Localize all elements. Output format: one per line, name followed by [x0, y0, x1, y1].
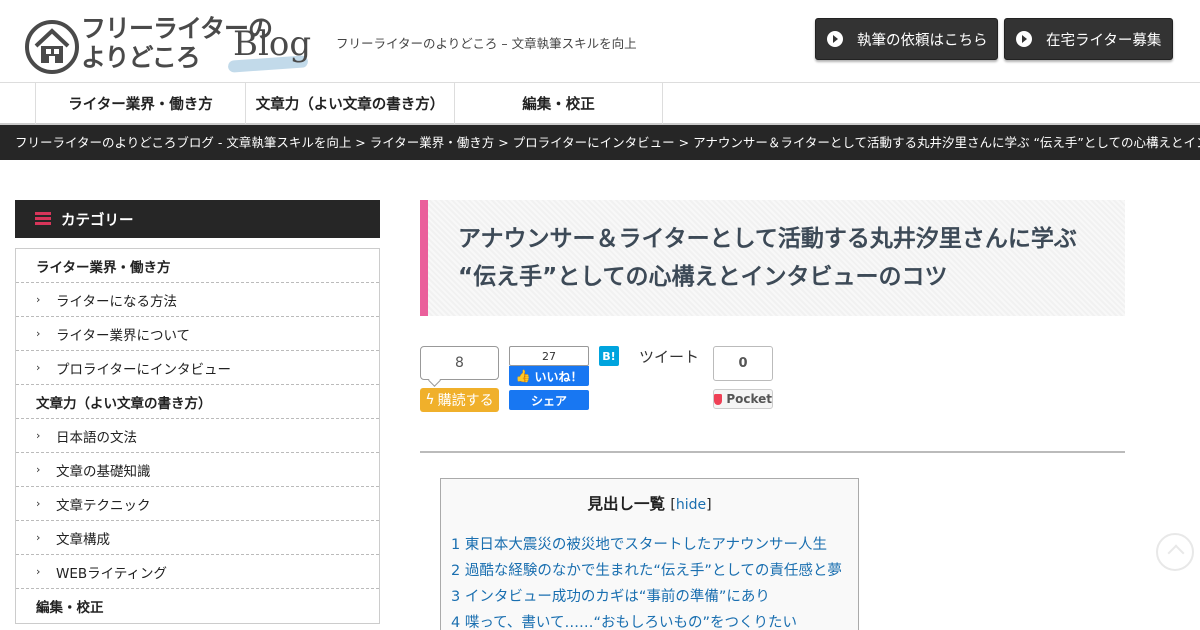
- hatena-bookmark-button[interactable]: B!: [599, 346, 619, 366]
- sidebar-item-label: 日本語の文法: [56, 429, 137, 446]
- facebook-like-label: いいね！: [534, 369, 583, 384]
- logo-blog-text: Blog: [233, 24, 312, 64]
- sidebar-item-label: 文章構成: [56, 531, 110, 548]
- chevron-right-icon: ›: [36, 361, 41, 374]
- toc-list: 1 東日本大震災の被災地でスタートしたアナウンサー人生 2 過酷な経験のなかで生…: [451, 532, 856, 630]
- toc-item[interactable]: 4 喋って、書いて……“おもしろいもの”をつくりたい: [451, 610, 856, 630]
- site-header: フリーライターの よりどころ Blog フリーライターのよりどころ – 文章執筆…: [0, 0, 1200, 82]
- pocket-label: Pocket: [726, 392, 772, 406]
- toc-item[interactable]: 3 インタビュー成功のカギは“事前の準備”にあり: [451, 584, 856, 610]
- writing-request-button[interactable]: 執筆の依頼はこちら: [815, 18, 998, 60]
- list-icon: [35, 212, 51, 226]
- facebook-share-button[interactable]: シェア: [509, 390, 589, 410]
- sidebar-item-pro-interview[interactable]: › プロライターにインタビュー: [16, 351, 379, 385]
- sidebar-item-writing-skill[interactable]: 文章力（よい文章の書き方）: [16, 385, 379, 419]
- chevron-right-icon: ›: [36, 327, 41, 340]
- writer-recruit-button[interactable]: 在宅ライター募集: [1004, 18, 1173, 60]
- scroll-to-top-icon[interactable]: [1156, 533, 1194, 571]
- sidebar-heading-label: カテゴリー: [61, 212, 134, 229]
- nav-item-writer-industry[interactable]: ライター業界・働き方: [35, 83, 245, 124]
- pocket-count: 0: [713, 346, 773, 381]
- sidebar-item-structure[interactable]: › 文章構成: [16, 521, 379, 555]
- site-logo[interactable]: フリーライターの よりどころ Blog: [25, 14, 312, 76]
- arrow-circle-icon: [1016, 31, 1032, 47]
- toc-item[interactable]: 2 過酷な経験のなかで生まれた“伝え手”としての責任感と夢: [451, 558, 856, 584]
- sidebar-item-label: 文章テクニック: [56, 497, 151, 514]
- sidebar-item-label: WEBライティング: [56, 565, 168, 582]
- sidebar-item-basics[interactable]: › 文章の基礎知識: [16, 453, 379, 487]
- site-tagline: フリーライターのよりどころ – 文章執筆スキルを向上: [336, 36, 637, 51]
- feedly-count: 8: [420, 346, 499, 380]
- global-nav: ライター業界・働き方 文章力（よい文章の書き方） 編集・校正: [0, 82, 1200, 125]
- arrow-circle-icon: [827, 31, 843, 47]
- sidebar-item-technique[interactable]: › 文章テクニック: [16, 487, 379, 521]
- toc-title-text: 見出し一覧: [587, 495, 665, 513]
- writer-recruit-label: 在宅ライター募集: [1046, 32, 1162, 49]
- sidebar-category-heading: カテゴリー: [15, 200, 380, 238]
- sidebar-item-label: 文章の基礎知識: [56, 463, 151, 480]
- nav-item-writing-skill[interactable]: 文章力（よい文章の書き方）: [245, 83, 454, 124]
- feedly-label: 購読する: [437, 393, 494, 409]
- logo-text-line2: よりどころ: [81, 43, 201, 72]
- sidebar-item-how-to-become-writer[interactable]: › ライターになる方法: [16, 283, 379, 317]
- breadcrumb[interactable]: フリーライターのよりどころブログ - 文章執筆スキルを向上 > ライター業界・働…: [0, 125, 1200, 160]
- article-title-box: アナウンサー＆ライターとして活動する丸井汐里さんに学ぶ “伝え手”としての心構え…: [420, 200, 1125, 316]
- pocket-icon: [714, 393, 723, 405]
- facebook-like-button[interactable]: 👍 いいね！: [509, 366, 589, 386]
- writing-request-label: 執筆の依頼はこちら: [857, 32, 988, 49]
- sidebar-item-writer-industry[interactable]: ライター業界・働き方: [16, 249, 379, 283]
- thumbs-up-icon: 👍: [515, 369, 531, 383]
- chevron-right-icon: ›: [36, 463, 41, 476]
- content-divider: [420, 451, 1125, 453]
- sidebar-item-web-writing[interactable]: › WEBライティング: [16, 555, 379, 589]
- toc-hide-link[interactable]: hide: [676, 497, 706, 513]
- sidebar-item-label: ライターになる方法: [56, 293, 177, 310]
- article-title: アナウンサー＆ライターとして活動する丸井汐里さんに学ぶ “伝え手”としての心構え…: [458, 226, 1077, 290]
- table-of-contents: 見出し一覧 [hide] 1 東日本大震災の被災地でスタートしたアナウンサー人生…: [440, 478, 859, 630]
- bolt-icon: ϟ: [425, 392, 435, 408]
- nav-item-editing[interactable]: 編集・校正: [454, 83, 663, 124]
- toc-title: 見出し一覧 [hide]: [441, 492, 858, 514]
- toc-hide-toggle[interactable]: [hide]: [670, 497, 711, 513]
- feedly-share: 8 ϟ 購読する: [420, 346, 499, 412]
- sidebar-item-grammar[interactable]: › 日本語の文法: [16, 419, 379, 453]
- sidebar-item-label: ライター業界について: [56, 327, 191, 344]
- chevron-right-icon: ›: [36, 497, 41, 510]
- sidebar-item-editing[interactable]: 編集・校正: [16, 589, 379, 623]
- chevron-right-icon: ›: [36, 429, 41, 442]
- sidebar-item-about-industry[interactable]: › ライター業界について: [16, 317, 379, 351]
- chevron-right-icon: ›: [36, 293, 41, 306]
- toc-item[interactable]: 1 東日本大震災の被災地でスタートしたアナウンサー人生: [451, 532, 856, 558]
- facebook-count: 27: [509, 346, 589, 366]
- tweet-button[interactable]: ツイート: [639, 346, 699, 367]
- chevron-right-icon: ›: [36, 565, 41, 578]
- facebook-share: 27 👍 いいね！ シェア: [509, 346, 589, 410]
- sidebar-category-list: ライター業界・働き方 › ライターになる方法 › ライター業界について › プロライタ…: [15, 248, 380, 624]
- feedly-subscribe-button[interactable]: ϟ 購読する: [420, 388, 499, 412]
- pocket-button[interactable]: Pocket: [713, 389, 773, 409]
- chevron-right-icon: ›: [36, 531, 41, 544]
- sidebar-item-label: プロライターにインタビュー: [56, 361, 231, 378]
- house-icon: [25, 20, 79, 74]
